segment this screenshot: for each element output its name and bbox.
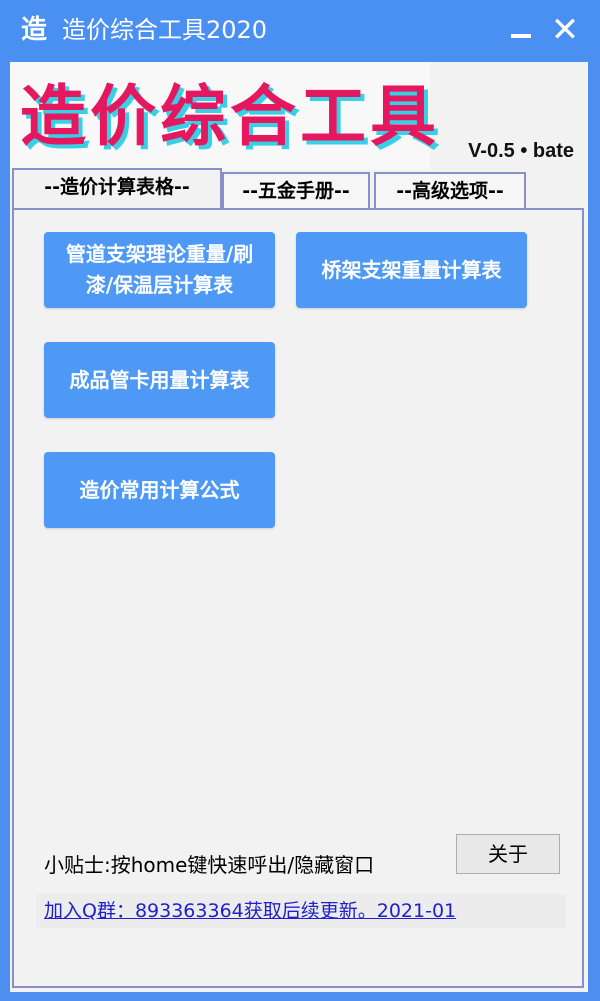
pipe-clamp-calc-button[interactable]: 成品管卡用量计算表 [44,342,275,418]
logo-text: 造价综合工具 [20,77,440,155]
window-title: 造价综合工具2020 [62,16,268,44]
title-bar[interactable]: 造 造价综合工具2020 ✕ [0,0,600,62]
version-label: V-0.5 • bate [468,140,574,162]
app-window: 造 造价综合工具2020 ✕ 造价综合工具 造价综合工具 V-0.5 • bat… [0,0,600,1001]
qq-group-link[interactable]: 加入Q群：893363364获取后续更新。2021-01 [44,898,456,924]
pipe-support-label-line2: 漆/保温层计算表 [85,273,234,297]
client-area: 造价综合工具 造价综合工具 V-0.5 • bate --造价计算表格-- --… [10,62,588,992]
qq-link-row: 加入Q群：893363364获取后续更新。2021-01 [36,894,566,928]
bridge-support-calc-button[interactable]: 桥架支架重量计算表 [296,232,527,308]
tab-cost-tables[interactable]: --造价计算表格-- [12,168,222,208]
tab-hardware-manual[interactable]: --五金手册-- [222,172,370,208]
pipe-support-calc-button[interactable]: 管道支架理论重量/刷 漆/保温层计算表 [44,232,275,308]
tab-advanced-options[interactable]: --高级选项-- [374,172,526,208]
minimize-button[interactable] [500,12,540,48]
app-icon: 造 [20,15,47,45]
about-button[interactable]: 关于 [456,834,560,874]
minimize-icon [511,34,531,38]
close-icon: ✕ [550,10,580,50]
pipe-support-label-line1: 管道支架理论重量/刷 [65,242,254,266]
logo-banner: 造价综合工具 造价综合工具 [10,62,440,170]
close-button[interactable]: ✕ [545,12,585,48]
hotkey-tip: 小贴士:按home键快速呼出/隐藏窗口 [44,853,375,877]
cost-formulas-button[interactable]: 造价常用计算公式 [44,452,275,528]
tab-panel: 管道支架理论重量/刷 漆/保温层计算表 桥架支架重量计算表 成品管卡用量计算表 … [12,208,584,988]
